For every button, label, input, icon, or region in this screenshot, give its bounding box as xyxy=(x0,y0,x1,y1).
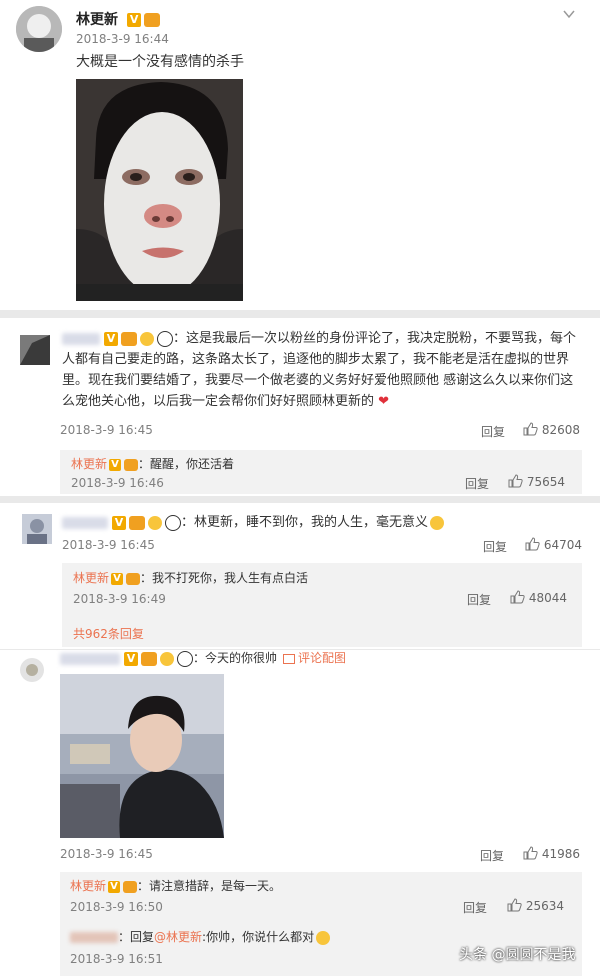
crown-badge-icon xyxy=(144,12,161,27)
comment-text: ：这是我最后一次以粉丝的身份评论了，我决定脱粉，不要骂我，每个人都有自己要走的路… xyxy=(62,331,577,409)
reply-time: 2018-3-9 16:49 xyxy=(73,592,166,606)
crown-badge-icon xyxy=(124,458,139,471)
crown-badge-icon xyxy=(121,331,137,346)
reply-button[interactable]: 回复 xyxy=(481,423,505,440)
post-author-name[interactable]: 林更新 xyxy=(76,12,118,28)
comment-time: 2018-3-9 16:45 xyxy=(60,847,153,861)
image-icon xyxy=(283,653,296,664)
commenter-name[interactable] xyxy=(60,652,120,665)
thumbs-up-icon xyxy=(510,590,525,607)
like-button[interactable]: 82608 xyxy=(523,422,580,439)
thumbs-up-icon xyxy=(507,898,522,915)
weibo-post: 林更新 V 2018-3-9 16:44 大概是一个没有感情的杀手 xyxy=(0,0,600,310)
reply-prefix: ：回复 xyxy=(118,930,155,944)
crown-badge-icon xyxy=(123,880,138,893)
like-button[interactable]: 64704 xyxy=(525,537,582,554)
comment-picture-link[interactable]: 评论配图 xyxy=(283,651,346,665)
thumbs-up-icon xyxy=(523,422,538,439)
verified-v-icon: V xyxy=(124,651,138,666)
reply-author-name[interactable]: 林更新 xyxy=(71,457,107,471)
commenter-avatar[interactable] xyxy=(22,514,52,544)
verified-v-icon: V xyxy=(127,12,142,27)
watermark: 头条 @圆圆不是我 xyxy=(459,947,576,963)
like-button[interactable]: 25634 xyxy=(507,898,564,915)
crown-badge-icon xyxy=(126,572,141,585)
crying-emoji-icon xyxy=(430,515,445,530)
comment-body: V ：今天的你很帅 评论配图 xyxy=(60,648,346,669)
reply-button[interactable]: 回复 xyxy=(467,591,491,608)
comment-item: V ：今天的你很帅 评论配图 2018-3-9 16:45 回复 41986 林更新… xyxy=(0,650,600,976)
verified-v-icon: V xyxy=(111,572,124,585)
panda-emoji-icon xyxy=(177,650,193,667)
comment-item: V ：林更新，睡不到你，我的人生，毫无意义 2018-3-9 16:45 回复 6… xyxy=(0,503,600,649)
reply-button[interactable]: 回复 xyxy=(463,899,487,916)
mention-link[interactable]: @林更新 xyxy=(154,930,202,944)
commenter-name[interactable] xyxy=(62,332,100,345)
like-count: 25634 xyxy=(525,899,565,913)
comment-photo[interactable] xyxy=(60,674,224,838)
commenter-avatar[interactable] xyxy=(20,335,50,365)
post-time: 2018-3-9 16:44 xyxy=(76,32,169,46)
reply-author-name[interactable]: 林更新 xyxy=(70,879,106,893)
sunglasses-emoji-icon xyxy=(140,331,154,346)
thumbs-up-icon xyxy=(523,846,538,863)
comment-time: 2018-3-9 16:45 xyxy=(62,538,155,552)
reply-button[interactable]: 回复 xyxy=(483,538,507,555)
like-button[interactable]: 41986 xyxy=(523,846,580,863)
crown-badge-icon xyxy=(141,651,157,666)
commenter-avatar[interactable] xyxy=(20,658,44,682)
reply-button[interactable]: 回复 xyxy=(465,475,489,492)
post-text: 大概是一个没有感情的杀手 xyxy=(76,54,244,70)
thumbs-up-icon xyxy=(508,474,523,491)
reply-text: ：我不打死你，我人生有点白活 xyxy=(140,571,309,585)
panda-emoji-icon xyxy=(157,330,173,347)
comment-text: ：林更新，睡不到你，我的人生，毫无意义 xyxy=(181,515,429,530)
verified-v-icon: V xyxy=(108,880,121,893)
reply-box: 林更新 V ：醒醒，你还活着 2018-3-9 16:46 回复 75654 xyxy=(60,450,582,494)
reply-time: 2018-3-9 16:46 xyxy=(71,476,164,490)
yellow-emoji-icon xyxy=(160,651,174,666)
reply-author-name[interactable] xyxy=(70,932,118,943)
dropdown-arrow-icon[interactable] xyxy=(562,6,576,20)
red-heart-icon: ❤ xyxy=(374,394,390,409)
like-count: 48044 xyxy=(528,591,568,605)
more-replies-link[interactable]: 共962条回复 xyxy=(73,625,144,642)
like-count: 41986 xyxy=(541,847,581,861)
like-button[interactable]: 75654 xyxy=(508,474,565,491)
post-photo[interactable] xyxy=(76,79,243,301)
reply-time: 2018-3-9 16:50 xyxy=(70,900,163,914)
like-count: 64704 xyxy=(543,538,583,552)
like-count: 75654 xyxy=(526,475,566,489)
like-count: 82608 xyxy=(541,423,581,437)
laughing-emoji-icon xyxy=(148,515,162,530)
author-avatar[interactable] xyxy=(16,6,62,52)
comment-text: ：今天的你很帅 xyxy=(193,651,278,665)
panda-emoji-icon xyxy=(165,514,181,531)
reply-box: 林更新 V ：我不打死你，我人生有点白活 2018-3-9 16:49 回复 480… xyxy=(62,563,582,647)
reply-text: :你帅，你说什么都对 xyxy=(202,930,315,944)
comment-item: V ：这是我最后一次以粉丝的身份评论了，我决定脱粉，不要骂我，每个人都有自己要走的… xyxy=(0,318,600,496)
verified-v-icon: V xyxy=(112,515,126,530)
reply-time: 2018-3-9 16:51 xyxy=(70,952,163,966)
comment-time: 2018-3-9 16:45 xyxy=(60,423,153,437)
reply-text: ：醒醒，你还活着 xyxy=(138,457,235,471)
like-button[interactable]: 48044 xyxy=(510,590,567,607)
crown-badge-icon xyxy=(129,515,145,530)
reply-text: ：请注意措辞，是每一天。 xyxy=(137,879,282,893)
reply-author-name[interactable]: 林更新 xyxy=(73,571,109,585)
thumbs-up-icon xyxy=(525,537,540,554)
comment-body: V ：林更新，睡不到你，我的人生，毫无意义 xyxy=(62,512,445,533)
verified-v-icon: V xyxy=(109,458,122,471)
laughing-emoji-icon xyxy=(316,930,331,945)
commenter-name[interactable] xyxy=(62,516,108,529)
verified-v-icon: V xyxy=(104,331,118,346)
comment-body: V ：这是我最后一次以粉丝的身份评论了，我决定脱粉，不要骂我，每个人都有自己要走的… xyxy=(62,328,582,412)
reply-button[interactable]: 回复 xyxy=(480,847,504,864)
